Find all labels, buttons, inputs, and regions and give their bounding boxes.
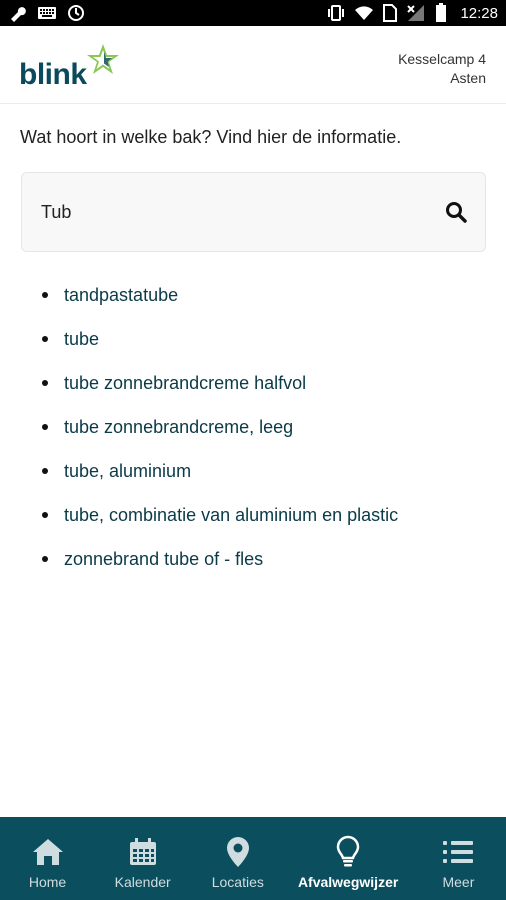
nav-label-afvalwegwijzer: Afvalwegwijzer [297, 874, 399, 890]
keyboard-icon [37, 5, 57, 21]
wifi-icon [354, 5, 374, 21]
search-field[interactable]: Tub [21, 172, 486, 252]
logo-text: blink [19, 58, 87, 91]
nav-item-home[interactable]: Home [13, 817, 83, 900]
nav-item-kalender[interactable]: Kalender [108, 817, 178, 900]
nav-label-home: Home [28, 874, 67, 890]
calendar-icon [128, 835, 158, 869]
nav-label-kalender: Kalender [114, 874, 171, 890]
list-item[interactable]: tube, aluminium [40, 458, 398, 502]
menu-list-icon [442, 835, 474, 869]
search-results-list: tandpastatube tube tube zonnebrandcreme … [40, 282, 398, 590]
nav-label-meer: Meer [442, 874, 475, 890]
status-time: 12:28 [460, 4, 498, 22]
signal-icon [406, 4, 426, 22]
address-line-city: Asten [450, 70, 486, 86]
list-item[interactable]: tube zonnebrandcreme, leeg [40, 414, 398, 458]
sim-icon [383, 4, 398, 22]
list-item[interactable]: tandpastatube [40, 282, 398, 326]
vibrate-icon [327, 4, 345, 22]
list-item[interactable]: zonnebrand tube of - fles [40, 546, 398, 590]
nav-label-locaties: Locaties [211, 874, 264, 890]
sync-icon [66, 4, 86, 22]
search-icon[interactable] [445, 201, 467, 223]
blink-logo[interactable]: blink [19, 42, 119, 91]
bottom-navigation: Home Kalender Locaties Afvalwegwijzer Me… [0, 817, 506, 900]
lightbulb-icon [335, 835, 361, 869]
wrench-icon [8, 4, 28, 22]
app-header: blink Kesselcamp 4 Asten [0, 26, 506, 104]
battery-icon [435, 3, 447, 23]
status-bar: 12:28 [0, 0, 506, 26]
search-input[interactable]: Tub [41, 202, 71, 223]
list-item[interactable]: tube [40, 326, 398, 370]
address-block: Kesselcamp 4 Asten [398, 50, 486, 88]
nav-item-afvalwegwijzer[interactable]: Afvalwegwijzer [298, 817, 398, 900]
home-icon [31, 835, 65, 869]
nav-item-locaties[interactable]: Locaties [203, 817, 273, 900]
list-item[interactable]: tube, combinatie van aluminium en plasti… [40, 502, 398, 546]
star-logo-icon [83, 42, 123, 83]
list-item[interactable]: tube zonnebrandcreme halfvol [40, 370, 398, 414]
location-pin-icon [225, 835, 251, 869]
nav-item-meer[interactable]: Meer [423, 817, 493, 900]
address-line-street: Kesselcamp 4 [398, 51, 486, 67]
intro-text: Wat hoort in welke bak? Vind hier de inf… [20, 127, 402, 147]
